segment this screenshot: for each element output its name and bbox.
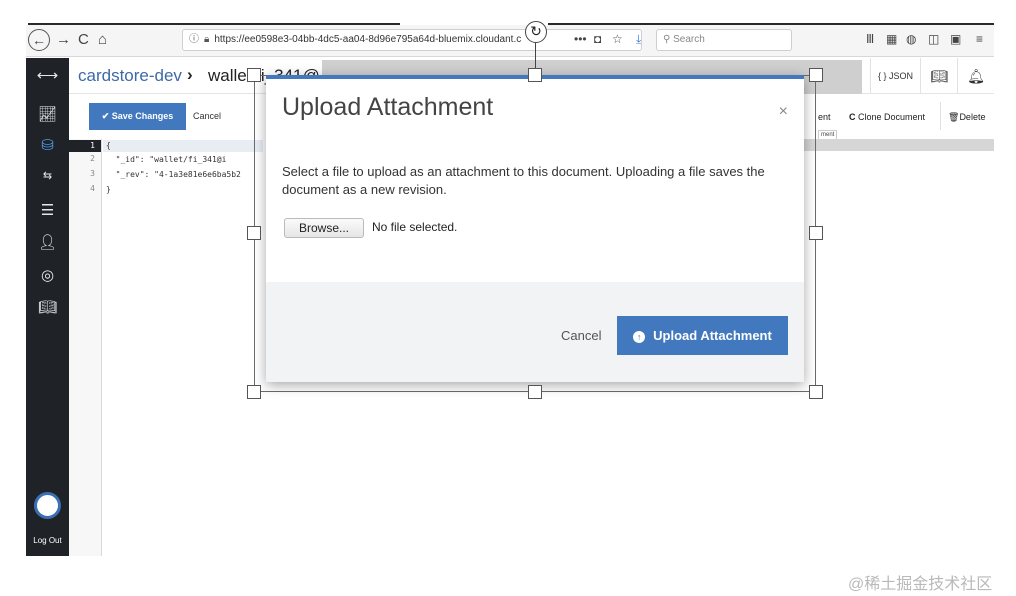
line-number: 2 bbox=[90, 154, 95, 163]
code-line[interactable]: } bbox=[106, 184, 111, 196]
close-icon[interactable]: × bbox=[779, 103, 788, 121]
delete-button[interactable]: 🗑︎Delete bbox=[948, 112, 985, 123]
line-number: 1 bbox=[69, 140, 101, 152]
editor-gutter: 1 2 3 4 bbox=[69, 139, 102, 556]
resize-handle[interactable] bbox=[528, 68, 542, 82]
library-icon[interactable]: Ⅲ bbox=[866, 32, 874, 46]
extension-icon[interactable]: ▦ bbox=[886, 32, 897, 46]
sidebar-toggle-icon[interactable]: ◫ bbox=[928, 32, 939, 46]
resize-handle[interactable] bbox=[247, 226, 261, 240]
home-button[interactable]: ⌂ bbox=[98, 30, 107, 50]
documentation-icon[interactable]: 📖︎ bbox=[26, 298, 69, 316]
browse-button[interactable]: Browse... bbox=[284, 218, 364, 238]
code-line[interactable]: "_id": "wallet/fi_341@i bbox=[106, 154, 227, 166]
modal-description: Select a file to upload as an attachment… bbox=[282, 164, 765, 197]
forward-button[interactable]: → bbox=[56, 30, 71, 50]
line-number: 4 bbox=[90, 184, 95, 193]
breadcrumb-database[interactable]: cardstore-dev bbox=[78, 66, 182, 86]
clone-icon: C bbox=[849, 112, 858, 122]
databases-icon[interactable]: ⛁ bbox=[26, 136, 69, 154]
url-text: https://ee0598e3-04bb-4dc5-aa04-8d96e795… bbox=[214, 34, 522, 45]
modal-cancel-button[interactable]: Cancel bbox=[561, 328, 601, 343]
replication-icon[interactable]: ⇆ bbox=[26, 169, 69, 182]
monitoring-icon[interactable]: 📈︎ bbox=[26, 105, 69, 123]
search-icon: ⚲ bbox=[663, 34, 674, 45]
code-line[interactable]: "_rev": "4-1a3e81e6e6ba5b2 bbox=[106, 169, 241, 181]
rotate-handle-icon[interactable]: ↻ bbox=[525, 21, 547, 43]
resize-handle[interactable] bbox=[809, 226, 823, 240]
lock-icon: 🔒︎ bbox=[204, 34, 210, 45]
toolbar-divider bbox=[940, 102, 941, 130]
docs-book-icon[interactable]: 📖︎ bbox=[920, 58, 957, 94]
resize-handle[interactable] bbox=[247, 68, 261, 82]
back-button[interactable]: ← bbox=[28, 29, 50, 51]
logout-button[interactable]: Log Out bbox=[26, 536, 69, 545]
json-button[interactable]: { } JSON bbox=[870, 58, 920, 94]
more-actions-button[interactable]: ••• bbox=[574, 32, 587, 46]
menu-icon[interactable]: ≡ bbox=[976, 32, 983, 46]
search-input[interactable]: ⚲ Search bbox=[656, 29, 792, 51]
clone-document-button[interactable]: C Clone Document bbox=[849, 112, 925, 122]
cancel-link[interactable]: Cancel bbox=[193, 111, 221, 121]
info-icon: ⓘ bbox=[189, 34, 199, 45]
notifications-bell-icon[interactable]: 🔔︎ bbox=[957, 58, 994, 94]
file-status: No file selected. bbox=[372, 220, 458, 234]
watermark: @稀土掘金技术社区 bbox=[848, 576, 993, 593]
browser-toolbar: ← → C ⌂ ⓘ 🔒︎ https://ee0598e3-04bb-4dc5-aa… bbox=[26, 25, 994, 57]
download-icon[interactable]: ⤓ bbox=[636, 32, 641, 47]
support-icon[interactable]: ◎ bbox=[26, 266, 69, 284]
save-changes-button[interactable]: ✔ Save Changes bbox=[89, 103, 186, 130]
collapse-arrows-icon[interactable]: ⟷ bbox=[26, 66, 69, 84]
modal-title: Upload Attachment bbox=[282, 93, 494, 121]
address-bar[interactable]: ⓘ 🔒︎ https://ee0598e3-04bb-4dc5-aa04-8d96e… bbox=[182, 29, 642, 51]
resize-handle[interactable] bbox=[809, 68, 823, 82]
trash-icon: 🗑︎ bbox=[948, 112, 960, 122]
upload-attachment-modal: Upload Attachment × Select a file to upl… bbox=[266, 75, 804, 382]
sync-icon[interactable]: ◍ bbox=[906, 32, 916, 46]
resize-handle[interactable] bbox=[809, 385, 823, 399]
code-line[interactable]: { bbox=[106, 140, 111, 152]
editor-header-bar bbox=[804, 139, 994, 151]
reload-button[interactable]: C bbox=[78, 30, 89, 50]
line-number: 3 bbox=[90, 169, 95, 178]
resize-handle[interactable] bbox=[247, 385, 261, 399]
screenshot-icon[interactable]: ▣ bbox=[950, 32, 961, 46]
app-sidebar: ⟷ 📈︎ ⛁ ⇆ ☰ 👤︎ ◎ 📖︎ Log Out bbox=[26, 58, 69, 556]
breadcrumb-separator: › bbox=[187, 65, 193, 84]
active-line-highlight bbox=[103, 140, 263, 152]
upload-attachment-toolbar-button[interactable]: ent bbox=[818, 112, 831, 122]
ibm-cloud-logo bbox=[34, 492, 61, 519]
active-tasks-icon[interactable]: ☰ bbox=[26, 201, 69, 219]
pocket-icon[interactable]: ◘ bbox=[594, 32, 601, 46]
bookmark-star-icon[interactable]: ☆ bbox=[612, 32, 623, 46]
check-circle-icon: ✔ bbox=[101, 111, 112, 121]
upload-icon: ↑ bbox=[633, 331, 646, 343]
resize-handle[interactable] bbox=[528, 385, 542, 399]
modal-footer: Cancel ↑ Upload Attachment bbox=[266, 282, 804, 382]
upload-attachment-button[interactable]: ↑ Upload Attachment bbox=[617, 316, 788, 355]
rotate-stem bbox=[535, 43, 536, 71]
account-icon[interactable]: 👤︎ bbox=[26, 233, 69, 251]
